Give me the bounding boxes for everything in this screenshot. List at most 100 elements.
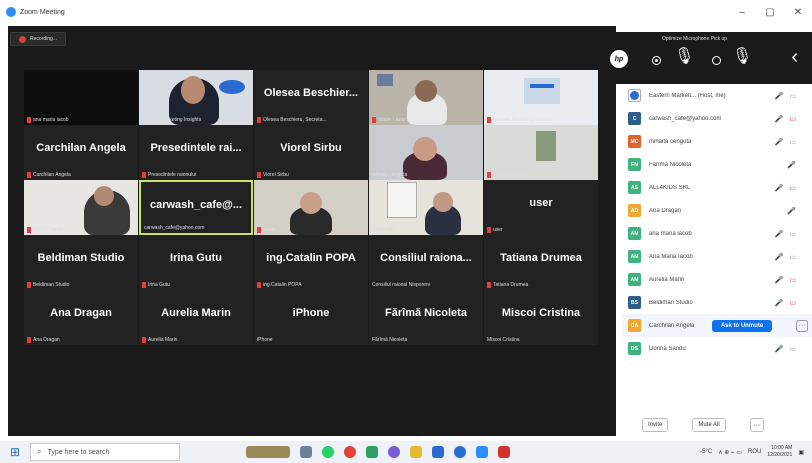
window-controls: – ▢ ✕ [728,0,812,24]
participant-tile[interactable]: Irina Gutu Irina Gutu [139,235,253,290]
notifications-icon[interactable]: ▣ [798,449,804,456]
participant-tile[interactable]: Carchilan Angela Carchilan Angela [24,125,138,180]
maximize-button[interactable]: ▢ [756,7,784,18]
zoom-taskbar-icon[interactable] [476,446,488,458]
participant-tile[interactable]: Viorel Sirbu Viorel Sirbu [254,125,368,180]
participant-tile[interactable]: Fărîmă Nicoleta Fărîmă Nicoleta [369,290,483,345]
windows-start-icon[interactable]: ⊞ [0,445,30,459]
participant-row[interactable]: AM Aurelia Marin 🎤 ▭ [622,268,812,291]
zoom-app-icon [6,7,16,17]
more-options-button[interactable]: ··· [749,418,764,432]
tile-label-text: Carchilan Angela [33,172,71,178]
whatsapp-icon[interactable] [322,446,334,458]
participant-more-button[interactable]: ··· [796,319,808,332]
muted-mic-icon [27,337,31,343]
participant-status-icons: 🎤 ▭ [775,138,796,146]
tile-display-name: Ana Dragan [50,307,112,319]
word-icon[interactable] [432,446,444,458]
participant-tile[interactable]: Olesea Beschier... Olesea Beschieru, Secr… [254,70,368,125]
invite-button[interactable]: Invite [642,418,669,432]
tile-name-label: Aurelia Marin [142,337,177,343]
video-feed [413,137,437,161]
participant-tile[interactable]: Aurelia Marin Aurelia Marin [139,290,253,345]
participant-name: mihaita cenguta [649,138,692,145]
participant-row[interactable]: AM Ana Maria Iacob 🎤 ▭ [622,245,812,268]
taskbar-search[interactable]: ⌕ Type here to search [30,443,180,461]
mute-all-button[interactable]: Mute All [692,418,726,432]
close-button[interactable]: ✕ [784,7,812,18]
participant-row[interactable]: Eastern Marketi... (Host, me) 🎤 ▭ [622,84,812,107]
tile-display-name: Aurelia Marin [161,307,231,319]
participant-name: Carchilan Angela [649,322,695,329]
participant-tile[interactable]: Consiliul raiona... Consiliul raional Nis… [369,235,483,290]
participant-row[interactable]: FN Fărîmă Nicoleta 🎤 [622,153,812,176]
participant-tile[interactable]: vlase [254,180,368,235]
tile-label-text: iPhone [257,337,273,343]
excel-icon[interactable] [366,446,378,458]
language-indicator[interactable]: ROU [748,449,761,455]
camera-icon: ▭ [789,138,796,146]
mic-icon: 🎤 [774,115,784,123]
participant-tile[interactable]: ana maria iacob [24,70,138,125]
tile-display-name: Fărîmă Nicoleta [385,307,467,319]
edge-icon[interactable] [454,446,466,458]
participant-row[interactable]: DS Dorina Sandu 🎤 ▭ [622,337,812,360]
participant-row[interactable]: AD Ana Dragan 🎤 [622,199,812,222]
participant-tile[interactable]: ing.Catalin POPA ing.Catalin POPA [254,235,368,290]
participant-tile[interactable]: Eastern Marketing Insights [139,70,253,125]
tile-display-name: Miscoi Cristina [501,307,581,319]
participant-tile[interactable]: Tudor Mitu [369,180,483,235]
participant-tile[interactable]: Eastern Marketing Insights [484,70,598,125]
participant-tile[interactable]: Dorina Sandu [24,180,138,235]
hp-mode-radio-2[interactable] [712,56,721,65]
participant-status-icons: 🎤 ▭ [775,115,796,123]
video-feed [219,80,245,94]
file-explorer-icon[interactable] [410,446,422,458]
participant-tile[interactable]: Ana Dragan Ana Dragan [24,290,138,345]
chrome-icon[interactable] [344,446,356,458]
participant-status-icons: 🎤 ▭ [775,345,796,353]
participant-tile[interactable]: Miscoi Cristina Miscoi Cristina [484,290,598,345]
clock-time: 10:00 AM [771,445,793,451]
participant-tile[interactable]: user user [484,180,598,235]
participant-row[interactable]: BS Beldiman Studio 🎤 ▭ [622,291,812,314]
tray-icons[interactable]: ∧ ⊕ ⌁ ▭ [718,449,742,456]
hp-back-chevron-icon[interactable]: ‹ [791,46,798,69]
muted-mic-icon [487,172,491,178]
participants-list: Eastern Marketi... (Host, me) 🎤 ▭ Ccarwash_… [622,84,812,360]
window-title: Zoom Meeting [20,8,65,16]
participant-tile[interactable]: Vitalie Lazar [369,70,483,125]
video-grid: ana maria iacob Eastern Marketing Insight… [24,70,598,400]
participant-tile[interactable]: iPhone iPhone [254,290,368,345]
participant-tile[interactable]: Ana Maria Iacob [484,125,598,180]
temperature-label[interactable]: -5°C [700,449,712,455]
minimize-button[interactable]: – [728,7,756,18]
hp-popup-title: Optimize Microphone Pick up [662,36,728,42]
clock[interactable]: 10:00 AM 12/20/2021 [767,445,792,459]
camera-off-icon: ▭ [789,184,796,192]
viber-icon[interactable] [388,446,400,458]
task-view-icon[interactable] [300,446,312,458]
participant-row[interactable]: Ccarwash_cafe@yahoo.com 🎤 ▭ [622,107,812,130]
participant-row[interactable]: MC mihaita cenguta 🎤 ▭ [622,130,812,153]
participant-status-icons: 🎤 ▭ [775,92,796,100]
mic-icon: 🎤 [774,138,784,146]
mic-icon: 🎤 [774,92,784,100]
news-widget-icon[interactable] [246,446,290,458]
participant-tile[interactable]: mihaita cenguta [369,125,483,180]
participant-tile[interactable]: Presedintele rai... Presedintele raionulu… [139,125,253,180]
participant-row[interactable]: AS ALL4KIDS SRL 🎤 ▭ [622,176,812,199]
hp-mode-radio-1[interactable] [652,56,661,65]
participant-row[interactable]: CA Carchilan Angela Ask to Unmute ··· [622,314,812,337]
mic-muted-icon: 🎤 [774,276,784,284]
recording-indicator[interactable]: Recording... [10,32,66,46]
tile-name-label: Vitalie Lazar [372,117,405,123]
participant-tile[interactable]: Beldiman Studio Beldiman Studio [24,235,138,290]
participant-tile[interactable]: carwash_cafe@... carwash_cafe@yahoo.com [139,180,253,235]
participant-tile[interactable]: Tatiana Drumea Tatiana Drumea [484,235,598,290]
participant-row[interactable]: AM ana maria iacob 🎤 ▭ [622,222,812,245]
acrobat-icon[interactable] [498,446,510,458]
video-feed [415,80,437,102]
avatar: C [628,112,641,125]
ask-to-unmute-button[interactable]: Ask to Unmute [712,319,772,332]
